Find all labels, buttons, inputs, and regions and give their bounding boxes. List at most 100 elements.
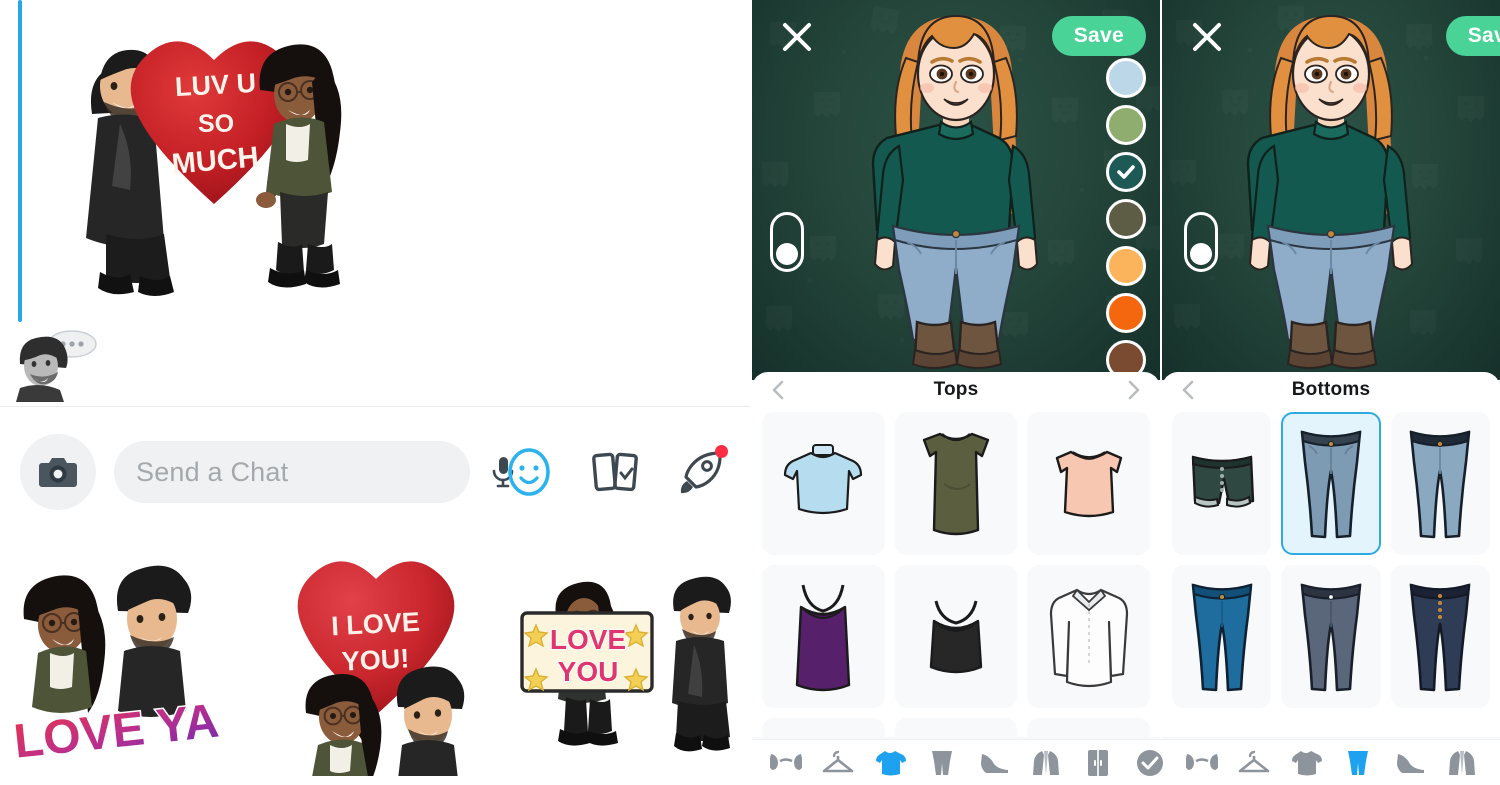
item-dark-green-shorts[interactable] (1172, 412, 1272, 555)
bitmoji-avatar-preview[interactable] (1206, 4, 1456, 376)
category-icon-shoes[interactable] (968, 743, 1020, 783)
next-category-button[interactable] (1122, 379, 1144, 401)
bitmoji-editor-bottoms: Save (1162, 0, 1500, 785)
category-icon-outfits[interactable] (1124, 743, 1176, 783)
category-icon-bottoms-active[interactable] (1332, 743, 1384, 783)
category-icon-bra[interactable] (1176, 743, 1228, 783)
item-olive-tank[interactable] (894, 412, 1018, 555)
item-white-blouse[interactable] (1027, 565, 1150, 708)
category-icon-toolbar (752, 739, 1500, 785)
chevron-left-icon (772, 380, 784, 400)
rocket-button[interactable] (676, 445, 728, 497)
item-light-blue-jeans[interactable] (1281, 412, 1381, 555)
item-light-blue-tshirt[interactable] (762, 412, 885, 555)
bottoms-grid (1172, 412, 1490, 708)
tshirt-icon (876, 750, 906, 775)
color-swatch-list (1106, 58, 1146, 380)
conversation-accent-bar (18, 0, 22, 322)
category-icon-list (752, 743, 1500, 783)
camera-icon (39, 458, 77, 487)
tshirt-icon (1292, 750, 1322, 775)
chevron-right-icon (1128, 380, 1140, 400)
item-faded-blue-jeans[interactable] (1390, 412, 1490, 555)
svg-text:YOU!: YOU! (341, 643, 410, 676)
svg-text:SO: SO (198, 110, 234, 138)
swatch-light-blue[interactable] (1106, 58, 1146, 98)
prev-category-button[interactable] (1178, 379, 1200, 401)
sticker-i-love-you[interactable]: I LOVE YOU! (250, 551, 500, 776)
sticker-button[interactable] (504, 447, 554, 497)
swatch-light-orange[interactable] (1106, 246, 1146, 286)
item-slate-jeans[interactable] (1281, 565, 1381, 708)
item-purple-cami[interactable] (762, 565, 885, 708)
swatch-olive-grey[interactable] (1106, 199, 1146, 239)
close-icon (783, 23, 811, 51)
item-navy-polo[interactable] (894, 718, 1018, 737)
chat-input-container[interactable] (114, 441, 514, 503)
pose-toggle[interactable] (1184, 212, 1218, 272)
close-icon (1193, 23, 1221, 51)
save-button[interactable]: Save (1051, 16, 1146, 56)
save-button[interactable]: Save (1445, 16, 1500, 56)
category-icon-hanger[interactable] (812, 743, 864, 783)
tops-grid-container[interactable] (752, 408, 1160, 737)
swatch-teal-selected[interactable] (1106, 152, 1146, 192)
camera-button[interactable] (20, 434, 96, 510)
sticker-love-ya[interactable]: LOVE YA (0, 551, 250, 776)
svg-text:I LOVE: I LOVE (331, 606, 421, 641)
category-icon-bra[interactable] (760, 743, 812, 783)
sticker-love-you-sign[interactable]: LOVE YOU (500, 551, 750, 776)
category-icon-outerwear[interactable] (1436, 743, 1488, 783)
bra-icon (1186, 753, 1218, 770)
item-peach-crop[interactable] (1027, 412, 1150, 555)
bitmoji-avatar-preview[interactable] (831, 4, 1081, 376)
hanger-icon (822, 750, 854, 772)
rocket-notification-badge (715, 445, 728, 458)
category-icon-closet[interactable] (1488, 743, 1500, 783)
category-icon-outerwear[interactable] (1020, 743, 1072, 783)
pants-icon (1348, 750, 1368, 775)
prev-category-button[interactable] (768, 379, 790, 401)
swatch-orange[interactable] (1106, 293, 1146, 333)
close-button[interactable] (1190, 20, 1224, 54)
chat-input[interactable] (136, 456, 490, 488)
close-button[interactable] (780, 20, 814, 54)
category-bar-bottoms: Bottoms (1162, 372, 1500, 408)
smiley-sticker-icon (508, 448, 550, 496)
category-icon-closet[interactable] (1072, 743, 1124, 783)
svg-text:LOVE: LOVE (550, 624, 626, 655)
pose-toggle-knob (1190, 243, 1212, 265)
pose-toggle-knob (776, 243, 798, 265)
item-black-bralette[interactable] (894, 565, 1018, 708)
shoe-icon (981, 753, 1008, 773)
check-circle-icon (1137, 749, 1163, 776)
swatch-sage-green[interactable] (1106, 105, 1146, 145)
jacket-icon (1033, 750, 1059, 775)
cameos-icon (592, 452, 638, 492)
item-lightblue-polo[interactable] (1027, 718, 1150, 737)
item-bright-blue-jeans[interactable] (1172, 565, 1272, 708)
check-icon (1117, 165, 1135, 179)
pose-toggle[interactable] (770, 212, 804, 272)
pants-icon (932, 750, 952, 775)
bottoms-grid-container[interactable] (1162, 408, 1500, 737)
category-icon-hanger[interactable] (1228, 743, 1280, 783)
bra-icon (770, 753, 802, 770)
bitmoji-editor-tops: Save Tops (752, 0, 1160, 785)
category-title: Bottoms (1291, 379, 1371, 400)
wardrobe-icon (1088, 749, 1108, 776)
avatar-stage: Save (752, 0, 1160, 380)
item-red-polo[interactable] (762, 718, 885, 737)
sender-avatar[interactable] (10, 330, 102, 402)
avatar-stage: Save (1162, 0, 1500, 380)
jacket-icon (1449, 750, 1475, 775)
chevron-left-icon (1182, 380, 1194, 400)
category-icon-shoes[interactable] (1384, 743, 1436, 783)
cameos-button[interactable] (590, 447, 640, 497)
category-icon-bottoms[interactable] (916, 743, 968, 783)
sent-sticker-luv-u-so-much[interactable]: LUV U SO MUCH (40, 14, 390, 304)
category-icon-tops[interactable] (864, 743, 916, 783)
chat-panel: LUV U SO MUCH Send a Chat LOVE YA I LOVE… (0, 0, 750, 785)
item-navy-jeans[interactable] (1390, 565, 1490, 708)
category-icon-tops[interactable] (1280, 743, 1332, 783)
